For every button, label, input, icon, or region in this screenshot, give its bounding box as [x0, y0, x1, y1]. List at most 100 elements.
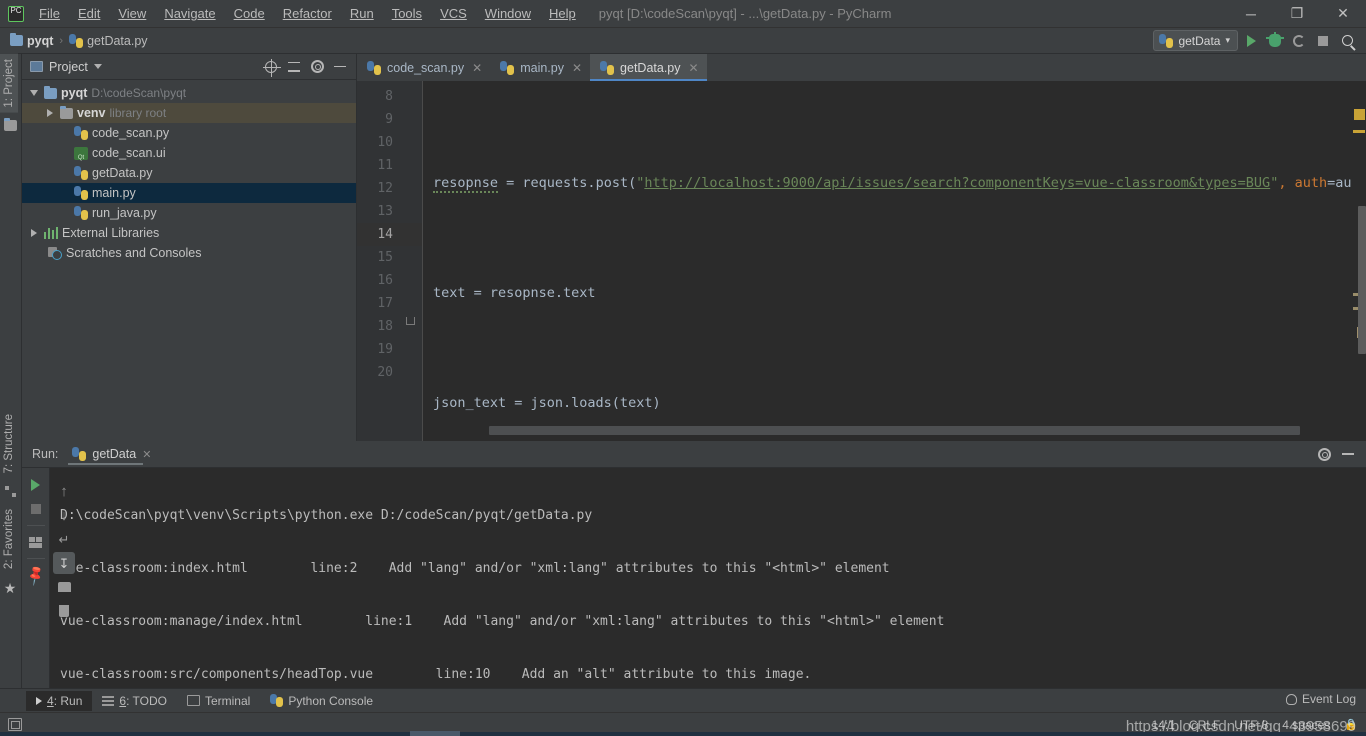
stop-button[interactable]	[1312, 30, 1334, 52]
hide-panel-button[interactable]	[330, 57, 350, 77]
tool-window-run[interactable]: 4: Run	[26, 690, 93, 711]
chevron-down-icon[interactable]	[93, 64, 102, 69]
tree-node-run-java-py[interactable]: run_java.py	[22, 203, 356, 223]
sidebar-item-structure[interactable]: 7: Structure	[0, 409, 18, 478]
editor-horizontal-scrollbar[interactable]	[489, 426, 1352, 435]
folder-icon	[10, 33, 23, 46]
tool-window-python-console[interactable]: Python Console	[260, 691, 383, 711]
expand-arrow[interactable]	[44, 109, 56, 117]
caret-position[interactable]: 14:1	[1152, 718, 1175, 732]
project-settings-button[interactable]	[307, 57, 327, 77]
menu-vcs[interactable]: VCS	[431, 3, 476, 24]
code-fold-end-icon[interactable]	[406, 317, 415, 325]
menu-edit[interactable]: Edit	[69, 3, 109, 24]
menu-help[interactable]: Help	[540, 3, 585, 24]
menu-window-label: Window	[484, 6, 532, 21]
run-tab-getdata[interactable]: getData ✕	[68, 444, 157, 465]
sidebar-item-project[interactable]: 1: Project	[0, 54, 18, 113]
pin-tab-button[interactable]: 📌	[23, 563, 46, 586]
up-stack-button[interactable]: ↑	[53, 480, 75, 502]
menu-code[interactable]: Code	[225, 3, 274, 24]
line-separator[interactable]: CRLF	[1189, 718, 1220, 732]
tool-window-terminal[interactable]: Terminal	[177, 691, 260, 711]
structure-strip-icon[interactable]	[0, 482, 20, 500]
run-button[interactable]	[1240, 30, 1262, 52]
scroll-to-end-button[interactable]: ↧	[53, 552, 75, 574]
stop-icon	[1318, 35, 1328, 46]
tree-node-pyqt[interactable]: pyqt D:\codeScan\pyqt	[22, 83, 356, 103]
coverage-button[interactable]	[1288, 30, 1310, 52]
tree-node-external-libraries[interactable]: External Libraries	[22, 223, 356, 243]
code-l9-b: = requests.post(	[498, 175, 637, 191]
tree-node-venv[interactable]: venv library root	[22, 103, 356, 123]
editor-gutter[interactable]: 8 9 10 11 12 13 14 15 16 17 18 19 20	[357, 81, 423, 441]
expand-arrow[interactable]	[28, 90, 40, 96]
soft-wrap-button[interactable]: ↵	[53, 528, 75, 550]
inspection-status-indicator[interactable]	[1354, 109, 1365, 120]
event-log-label: Event Log	[1301, 692, 1356, 706]
run-panel-label: Run:	[32, 447, 59, 461]
close-icon[interactable]: ✕	[689, 61, 699, 75]
tree-node-getdata-py[interactable]: getData.py	[22, 163, 356, 183]
run-settings-button[interactable]	[1314, 444, 1334, 464]
minimize-button[interactable]: ─	[1228, 0, 1274, 28]
tab-code-scan-py[interactable]: code_scan.py ✕	[357, 54, 490, 81]
sidebar-item-favorites[interactable]: 2: Favorites	[0, 504, 18, 574]
menu-tools[interactable]: Tools	[383, 3, 431, 24]
code-url-literal[interactable]: http://localhost:9000/api/issues/search?…	[644, 175, 1270, 191]
code-line-11: text = resopnse.text	[429, 282, 1366, 305]
locate-file-button[interactable]	[261, 57, 281, 77]
warning-marker[interactable]	[1353, 130, 1365, 133]
close-icon[interactable]: ✕	[472, 61, 482, 75]
tree-node-main-py[interactable]: main.py	[22, 183, 356, 203]
window-controls: ─ ❐ ✕	[1228, 0, 1366, 28]
code-editor[interactable]: 8 9 10 11 12 13 14 15 16 17 18 19 20 res…	[357, 81, 1366, 441]
tree-node-label: getData.py	[92, 166, 153, 180]
layout-button[interactable]	[25, 531, 47, 553]
print-button[interactable]	[53, 576, 75, 598]
search-everywhere-button[interactable]	[1336, 30, 1358, 52]
project-strip-icon[interactable]	[0, 117, 20, 135]
menu-view[interactable]: View	[109, 3, 155, 24]
close-button[interactable]: ✕	[1320, 0, 1366, 28]
tree-node-code-scan-ui[interactable]: code_scan.ui	[22, 143, 356, 163]
expand-arrow[interactable]	[28, 229, 40, 237]
console-output[interactable]: D:\codeScan\pyqt\venv\Scripts\python.exe…	[50, 468, 1366, 710]
menu-window[interactable]: Window	[476, 3, 540, 24]
stop-process-button[interactable]	[25, 498, 47, 520]
tab-main-py[interactable]: main.py ✕	[490, 54, 590, 81]
indent-setting[interactable]: 4 spaces	[1282, 718, 1330, 732]
rerun-button[interactable]	[25, 474, 47, 496]
hide-run-panel-button[interactable]	[1338, 444, 1358, 464]
menu-navigate[interactable]: Navigate	[155, 3, 224, 24]
debug-button[interactable]	[1264, 30, 1286, 52]
project-panel-title: Project	[49, 59, 88, 74]
breadcrumb-project[interactable]: pyqt	[10, 33, 53, 48]
breadcrumb-file[interactable]: getData.py	[69, 33, 148, 48]
down-stack-button[interactable]: ↓	[53, 504, 75, 526]
clear-all-button[interactable]	[53, 600, 75, 622]
layout-icon[interactable]	[8, 718, 22, 731]
lock-icon[interactable]: 🔒	[1344, 718, 1358, 731]
event-log-button[interactable]: Event Log	[1285, 692, 1356, 706]
close-icon[interactable]: ✕	[142, 448, 151, 461]
menu-run[interactable]: Run	[341, 3, 383, 24]
tool-window-todo[interactable]: 6: TODO	[92, 691, 177, 711]
menu-refactor[interactable]: Refactor	[274, 3, 341, 24]
editor-vertical-scrollbar[interactable]	[1358, 206, 1366, 354]
project-tree: pyqt D:\codeScan\pyqt venv library root …	[22, 80, 356, 441]
editor-error-stripe[interactable]	[1352, 108, 1366, 441]
tree-node-code-scan-py[interactable]: code_scan.py	[22, 123, 356, 143]
line-number: 15	[377, 250, 393, 265]
tab-getdata-py[interactable]: getData.py ✕	[590, 54, 707, 81]
favorites-strip-icon[interactable]: ★	[0, 579, 20, 597]
tree-node-scratches-and-consoles[interactable]: Scratches and Consoles	[22, 243, 356, 263]
collapse-all-button[interactable]	[284, 57, 304, 77]
menu-file[interactable]: File	[30, 3, 69, 24]
maximize-button[interactable]: ❐	[1274, 0, 1320, 28]
chevron-right-icon	[31, 229, 37, 237]
close-icon[interactable]: ✕	[572, 61, 582, 75]
file-encoding[interactable]: UTF-8	[1234, 718, 1268, 732]
code-text[interactable]: resopnse = requests.post("http://localho…	[423, 81, 1366, 441]
run-configuration-selector[interactable]: getData ▾	[1153, 30, 1238, 51]
